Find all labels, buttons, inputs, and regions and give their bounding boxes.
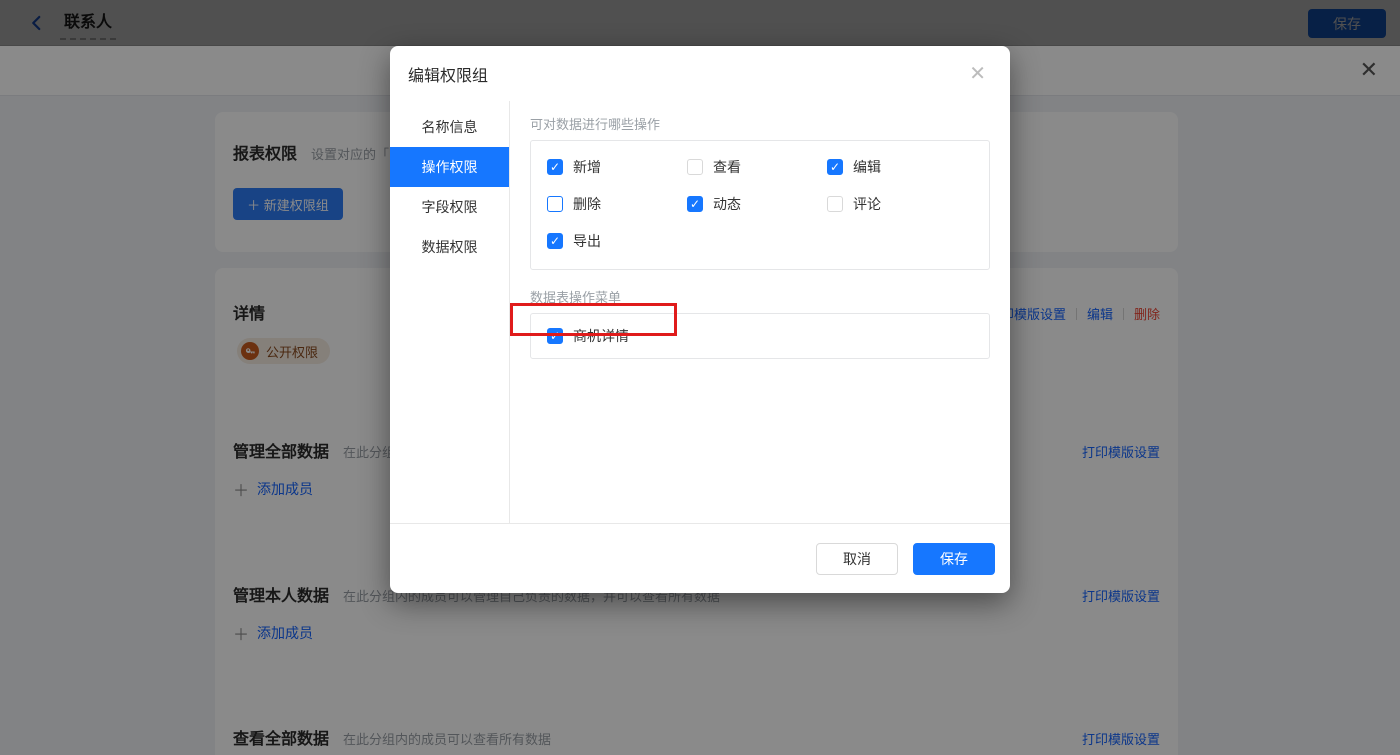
checkbox-label: 商机详情	[573, 326, 629, 346]
modal-content: 可对数据进行哪些操作 ✓ 新增 查看 ✓ 编辑删除 ✓ 动态 评论 ✓ 导出 数据表操作菜单 ✓ 商…	[510, 101, 1010, 523]
op-checkbox-group: ✓ 新增 查看 ✓ 编辑删除 ✓ 动态 评论 ✓ 导出	[530, 140, 990, 270]
modal-body: 名称信息操作权限字段权限数据权限 可对数据进行哪些操作 ✓ 新增 查看 ✓ 编辑删除 ✓ 动…	[390, 101, 1010, 523]
checkbox-checked-icon[interactable]: ✓	[547, 159, 563, 175]
modal-close-icon[interactable]: ✕	[969, 64, 986, 84]
op-section-label: 可对数据进行哪些操作	[530, 114, 990, 133]
checkbox-checked-icon[interactable]: ✓	[687, 196, 703, 212]
checkbox-checked-icon[interactable]: ✓	[547, 328, 563, 344]
checkbox-unchecked-icon[interactable]	[827, 196, 843, 212]
checkbox-item-查看[interactable]: 查看	[687, 156, 827, 178]
checkbox-label: 评论	[853, 194, 881, 214]
checkbox-item-评论[interactable]: 评论	[827, 193, 967, 215]
checkbox-label: 查看	[713, 157, 741, 177]
checkbox-item-删除[interactable]: 删除	[547, 193, 687, 215]
menu-section-label: 数据表操作菜单	[530, 287, 990, 306]
save-button[interactable]: 保存	[913, 543, 995, 575]
tab-操作权限[interactable]: 操作权限	[390, 147, 509, 187]
edit-permission-group-modal: 编辑权限组 ✕ 名称信息操作权限字段权限数据权限 可对数据进行哪些操作 ✓ 新增 查…	[390, 46, 1010, 593]
checkbox-item-新增[interactable]: ✓ 新增	[547, 156, 687, 178]
modal-footer: 取消 保存	[390, 523, 1010, 593]
tab-字段权限[interactable]: 字段权限	[390, 187, 509, 227]
checkbox-unchecked-icon[interactable]	[547, 196, 563, 212]
checkbox-item-导出[interactable]: ✓ 导出	[547, 230, 687, 252]
modal-title: 编辑权限组	[408, 62, 488, 86]
tab-名称信息[interactable]: 名称信息	[390, 107, 509, 147]
checkbox-checked-icon[interactable]: ✓	[547, 233, 563, 249]
modal-tab-list: 名称信息操作权限字段权限数据权限	[390, 101, 510, 523]
checkbox-unchecked-icon[interactable]	[687, 159, 703, 175]
checkbox-label: 动态	[713, 194, 741, 214]
menu-checkbox-group: ✓ 商机详情	[530, 313, 990, 359]
checkbox-label: 编辑	[853, 157, 881, 177]
checkbox-label: 新增	[573, 157, 601, 177]
checkbox-item-商机详情[interactable]: ✓ 商机详情	[547, 325, 629, 347]
tab-数据权限[interactable]: 数据权限	[390, 227, 509, 267]
checkbox-item-动态[interactable]: ✓ 动态	[687, 193, 827, 215]
modal-header: 编辑权限组 ✕	[390, 46, 1010, 101]
cancel-button[interactable]: 取消	[816, 543, 898, 575]
checkbox-item-编辑[interactable]: ✓ 编辑	[827, 156, 967, 178]
checkbox-label: 导出	[573, 231, 601, 251]
checkbox-checked-icon[interactable]: ✓	[827, 159, 843, 175]
checkbox-label: 删除	[573, 194, 601, 214]
